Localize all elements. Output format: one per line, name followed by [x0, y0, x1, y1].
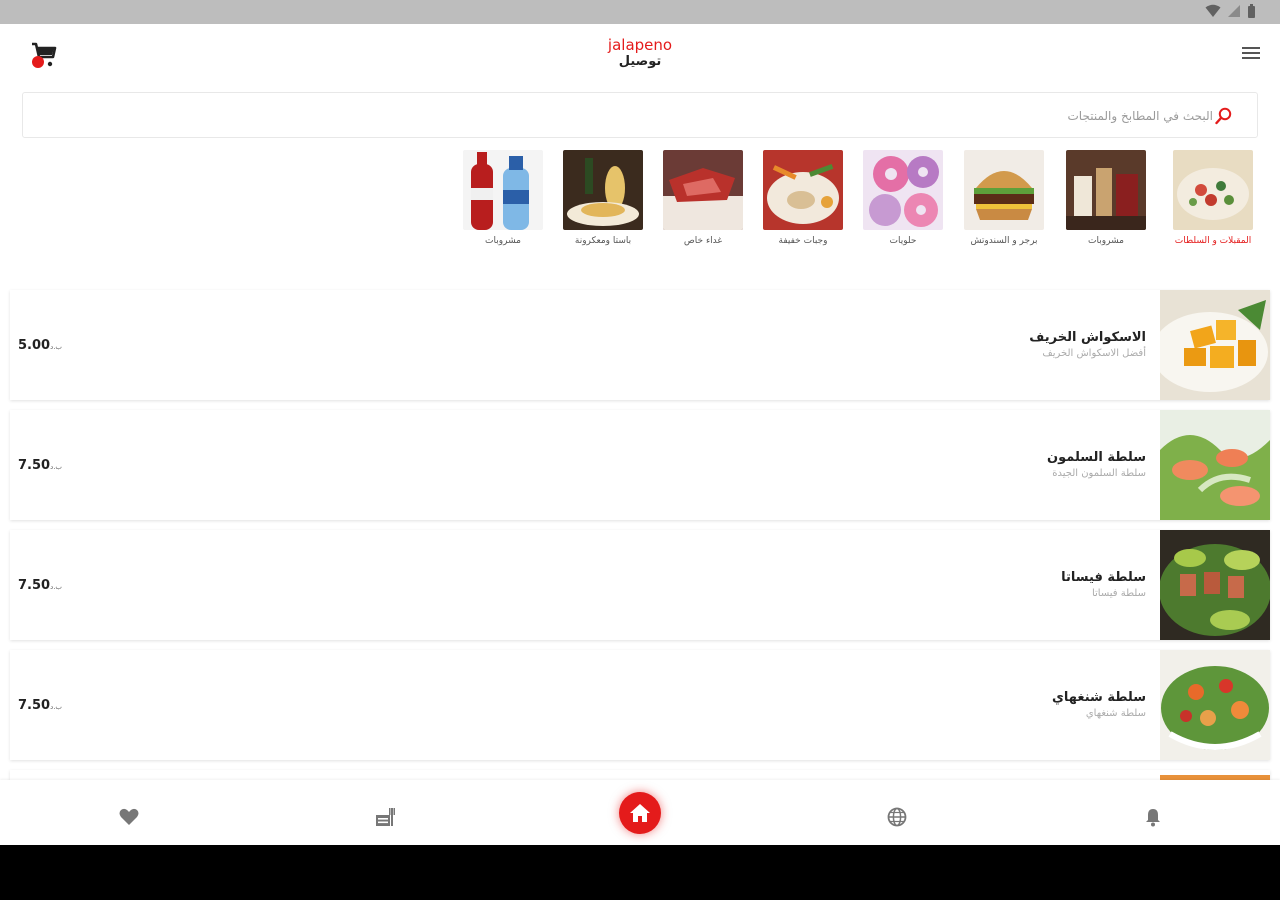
brand-name: jalapeno	[607, 36, 673, 54]
product-description: سلطة شنغهاي	[1085, 708, 1146, 719]
system-navigation-bar	[0, 845, 1280, 900]
category-label: حلويات	[889, 236, 917, 246]
category-thumbnail	[1066, 150, 1146, 230]
product-image	[1160, 290, 1270, 400]
product-price: ب.د5.00	[18, 338, 65, 353]
list-item[interactable]	[10, 770, 1270, 780]
category-thumbnail	[663, 150, 743, 230]
product-image	[1160, 530, 1270, 640]
category-label: المقبلات و السلطات	[1174, 236, 1252, 246]
product-image	[1160, 410, 1270, 520]
category-thumbnail	[763, 150, 843, 230]
category-appetizers-salads[interactable]: المقبلات و السلطات	[1172, 150, 1254, 246]
product-price: ب.د7.50	[18, 698, 65, 713]
globe-icon[interactable]	[886, 806, 908, 828]
category-snacks[interactable]: وجبات خفيفة	[762, 150, 844, 246]
currency-label: ب.د	[50, 463, 63, 471]
app-bar: jalapeno توصيل	[0, 24, 1280, 88]
price-value: 5.00	[18, 338, 51, 353]
product-name: سلطة شنغهاي	[1052, 690, 1146, 705]
category-label: باستا ومعكرونة	[574, 236, 632, 246]
currency-label: ب.د	[50, 343, 63, 351]
category-label: وجبات خفيفة	[778, 236, 828, 246]
menu-button[interactable]	[1240, 44, 1262, 62]
product-description: سلطة السلمون الجيدة	[1052, 468, 1146, 479]
product-price: ب.د7.50	[18, 458, 65, 473]
category-label: مشروبات	[1088, 236, 1124, 246]
category-label: مشروبات	[485, 236, 521, 246]
category-label: برجر و السندوتش	[970, 236, 1038, 246]
category-pasta[interactable]: باستا ومعكرونة	[562, 150, 644, 246]
search-input[interactable]	[33, 105, 1213, 127]
signal-icon	[1228, 5, 1240, 17]
product-price: ب.د7.50	[18, 578, 65, 593]
category-thumbnail	[1173, 150, 1253, 230]
bell-icon[interactable]	[1142, 806, 1164, 828]
hamburger-icon	[1242, 47, 1260, 59]
wifi-icon	[1205, 4, 1221, 17]
category-burgers[interactable]: برجر و السندوتش	[963, 150, 1045, 246]
category-thumbnail	[563, 150, 643, 230]
list-item[interactable]: سلطة السلمون سلطة السلمون الجيدة ب.د7.50	[10, 410, 1270, 520]
price-value: 7.50	[18, 458, 51, 473]
product-image	[1160, 770, 1270, 780]
currency-label: ب.د	[50, 703, 63, 711]
price-value: 7.50	[18, 578, 51, 593]
restaurant-icon[interactable]	[374, 806, 396, 828]
product-name: الاسكواش الخريف	[1029, 330, 1146, 345]
home-button[interactable]	[619, 792, 661, 834]
list-item[interactable]: الاسكواش الخريف أفضل الاسكواش الخريف ب.د…	[10, 290, 1270, 400]
category-drinks[interactable]: مشروبات	[1065, 150, 1147, 246]
product-description: سلطة فيساتا	[1091, 588, 1146, 599]
product-name: سلطة فيساتا	[1061, 570, 1146, 585]
status-bar	[0, 0, 1280, 24]
product-name: سلطة السلمون	[1047, 450, 1146, 465]
category-thumbnail	[964, 150, 1044, 230]
home-icon	[630, 804, 650, 822]
category-special-lunch[interactable]: غداء خاص	[662, 150, 744, 246]
heart-icon[interactable]	[118, 806, 140, 828]
category-beverages[interactable]: مشروبات	[462, 150, 544, 246]
category-thumbnail	[463, 150, 543, 230]
bottom-navigation	[0, 780, 1280, 844]
list-item[interactable]: سلطة شنغهاي سلطة شنغهاي ب.د7.50	[10, 650, 1270, 760]
app-brand: jalapeno توصيل	[0, 36, 1280, 70]
category-sweets[interactable]: حلويات	[862, 150, 944, 246]
category-label: غداء خاص	[683, 236, 723, 246]
category-strip: المقبلات و السلطات مشروبات برجر و السندو…	[0, 150, 1280, 260]
product-image	[1160, 650, 1270, 760]
currency-label: ب.د	[50, 583, 63, 591]
battery-icon	[1248, 4, 1255, 18]
search-icon[interactable]	[1215, 107, 1233, 125]
product-description: أفضل الاسكواش الخريف	[1042, 348, 1146, 359]
brand-subtitle: توصيل	[618, 54, 662, 69]
list-item[interactable]: سلطة فيساتا سلطة فيساتا ب.د7.50	[10, 530, 1270, 640]
search-bar	[22, 92, 1258, 138]
category-thumbnail	[863, 150, 943, 230]
price-value: 7.50	[18, 698, 51, 713]
